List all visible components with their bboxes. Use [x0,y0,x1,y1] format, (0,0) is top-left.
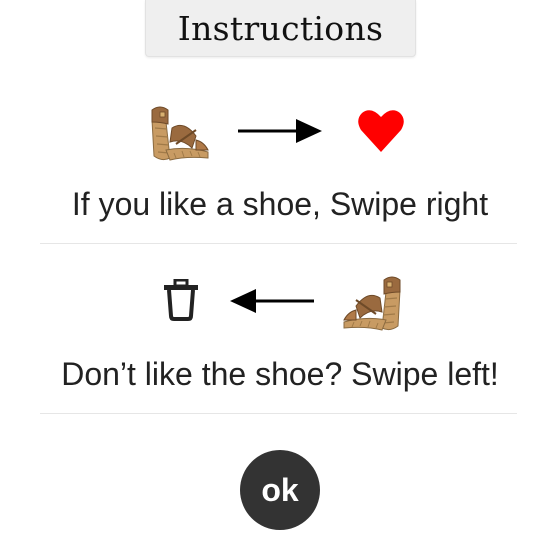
heart-icon [358,110,404,152]
instructions-title-tab: Instructions [145,0,416,57]
wedge-sandal-icon [343,276,401,331]
ok-button-label: ok [261,471,299,508]
arrow-right-icon [238,119,322,143]
ok-button[interactable]: ok [240,450,320,530]
page-title: Instructions [177,8,384,48]
divider [40,243,517,244]
divider [40,413,517,414]
arrow-left-icon [230,289,314,313]
wedge-sandal-icon [151,106,209,161]
trash-icon [164,279,198,321]
like-instruction-text: If you like a shoe, Swipe right [71,186,489,222]
dislike-instruction-text: Don’t like the shoe? Swipe left! [61,356,499,392]
